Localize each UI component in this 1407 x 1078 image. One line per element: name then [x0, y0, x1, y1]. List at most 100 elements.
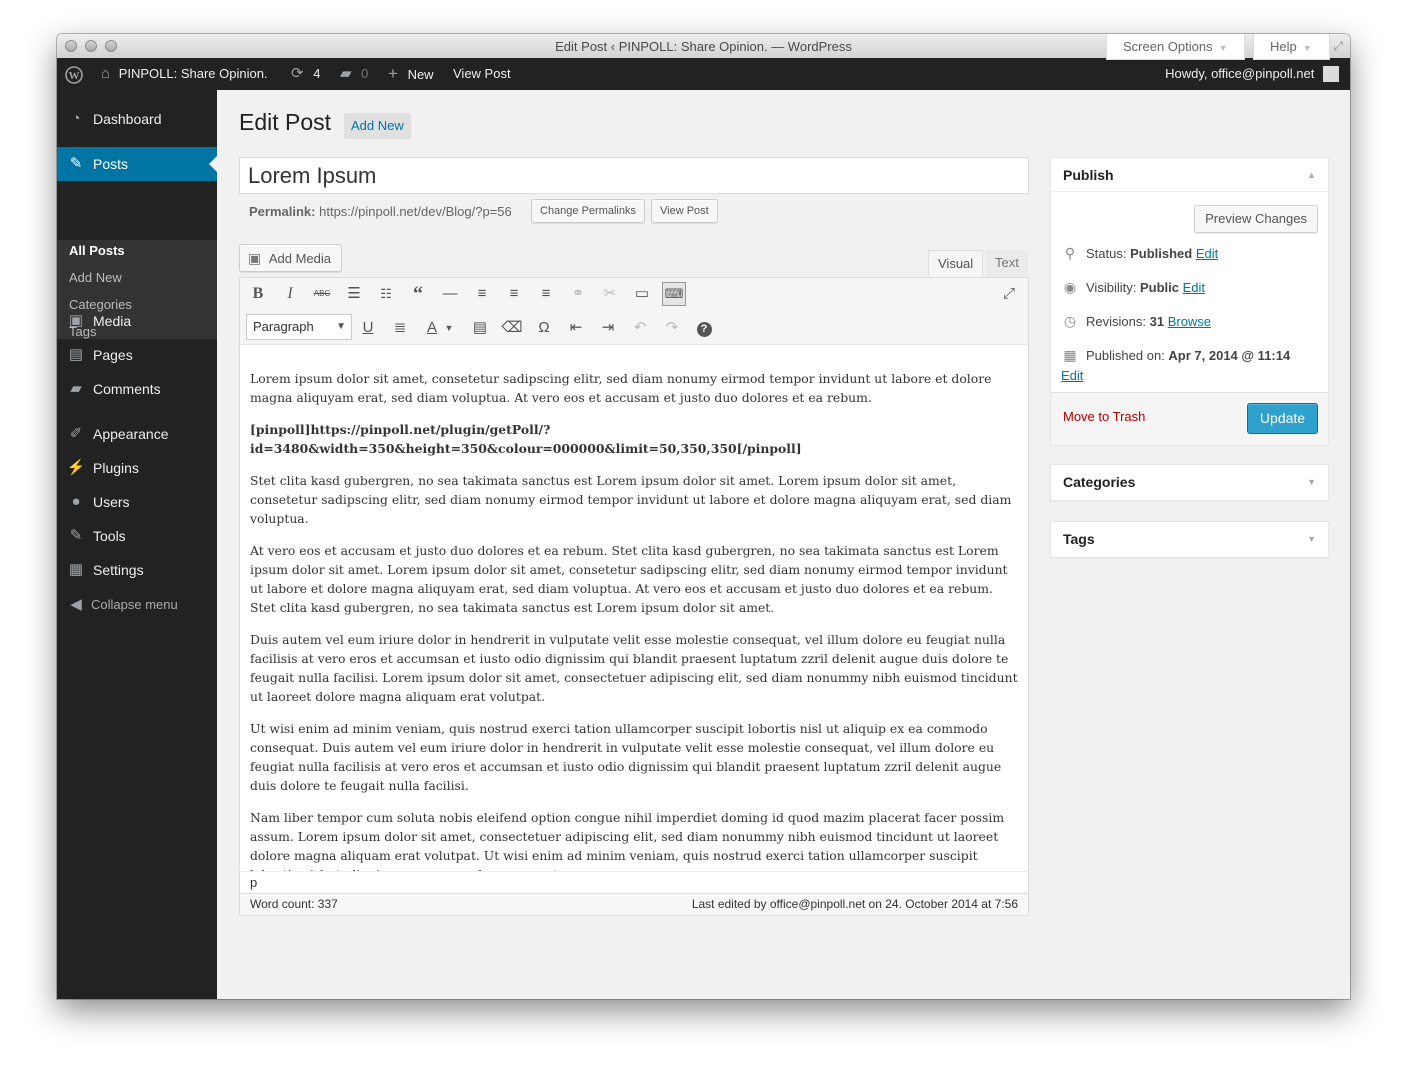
menu-pages[interactable]: ▤ Pages: [57, 338, 217, 372]
special-character-icon[interactable]: Ω: [532, 316, 556, 340]
categories-box-header[interactable]: Categories ▼: [1051, 465, 1328, 499]
add-new-post-button[interactable]: Add New: [344, 113, 411, 139]
content-paragraph: Lorem ipsum dolor sit amet, consetetur s…: [250, 371, 992, 405]
italic-icon[interactable]: I: [278, 282, 302, 306]
collapse-menu-button[interactable]: ◀ Collapse menu: [57, 588, 217, 622]
permalink-row: Permalink: https://pinpoll.net/dev/Blog/…: [249, 204, 512, 220]
view-post-button[interactable]: View Post: [651, 199, 718, 223]
edit-date-link[interactable]: Edit: [1061, 368, 1083, 383]
paste-as-text-icon[interactable]: ▤: [468, 316, 492, 340]
expand-arrow-icon[interactable]: ▼: [1307, 465, 1316, 499]
fullscreen-icon[interactable]: ⤢: [1333, 39, 1343, 54]
word-count: Word count: 337: [250, 897, 338, 911]
update-button[interactable]: Update: [1247, 403, 1318, 434]
outdent-icon[interactable]: ⇤: [564, 316, 588, 340]
menu-media[interactable]: ▣ Media: [57, 304, 217, 338]
format-select[interactable]: Paragraph ▼: [246, 314, 352, 340]
screen-options-button[interactable]: Screen Options ▼: [1106, 34, 1245, 60]
tab-visual[interactable]: Visual: [928, 250, 984, 277]
read-more-icon[interactable]: ▭: [630, 282, 654, 306]
add-media-button[interactable]: ▣ Add Media: [239, 244, 343, 272]
my-account-menu[interactable]: Howdy, office@pinpoll.net: [1165, 58, 1339, 90]
expand-arrow-icon[interactable]: ▼: [1307, 522, 1316, 556]
post-content-editor[interactable]: Lorem ipsum dolor sit amet, consetetur s…: [239, 345, 1029, 882]
menu-settings[interactable]: ▦ Settings: [57, 553, 217, 587]
paintbrush-icon: ✐: [69, 425, 83, 442]
align-center-icon[interactable]: ≡: [502, 282, 526, 306]
blockquote-icon[interactable]: “: [406, 282, 430, 306]
undo-icon[interactable]: ↶: [628, 316, 652, 340]
avatar: [1323, 65, 1339, 82]
indent-icon[interactable]: ⇥: [596, 316, 620, 340]
text-color-dropdown-icon[interactable]: ▼: [442, 316, 456, 340]
move-to-trash-link[interactable]: Move to Trash: [1063, 409, 1145, 424]
pin-icon: ⚲: [1064, 245, 1076, 261]
updates-icon: ⟳: [291, 65, 304, 82]
new-content-link[interactable]: + New: [388, 58, 434, 90]
eye-icon: ◉: [1063, 279, 1077, 295]
plus-icon: +: [388, 64, 398, 83]
select-arrow-icon: ▼: [336, 321, 346, 332]
remove-link-icon[interactable]: ✂: [598, 282, 622, 306]
menu-dashboard[interactable]: ◔ Dashboard: [57, 102, 217, 136]
clear-formatting-icon[interactable]: ⌫: [500, 316, 524, 340]
underline-icon[interactable]: U: [356, 316, 380, 340]
pages-icon: ▤: [68, 346, 84, 363]
editor-element-path: p: [239, 871, 1029, 894]
strikethrough-icon[interactable]: ABC: [310, 282, 334, 306]
edit-status-link[interactable]: Edit: [1196, 246, 1218, 261]
tags-box-header[interactable]: Tags ▼: [1051, 522, 1328, 556]
numbered-list-icon[interactable]: ☷: [374, 282, 398, 306]
revisions-row: ◷ Revisions: 31 Browse: [1061, 311, 1211, 332]
permalink-url[interactable]: https://pinpoll.net/dev/Blog/?p=56: [319, 204, 512, 219]
edit-visibility-link[interactable]: Edit: [1183, 280, 1205, 295]
collapse-arrow-icon: ◀: [70, 596, 82, 613]
menu-appearance[interactable]: ✐ Appearance: [57, 417, 217, 451]
comments-icon: ▰: [70, 380, 82, 397]
distraction-free-icon[interactable]: ⤢: [997, 282, 1021, 306]
content-paragraph: Duis autem vel eum iriure dolor in hendr…: [250, 632, 1018, 704]
site-name-link[interactable]: ⌂ PINPOLL: Share Opinion.: [101, 58, 268, 90]
wordpress-logo-icon[interactable]: W: [65, 58, 83, 90]
submenu-all-posts[interactable]: All Posts: [69, 241, 125, 261]
menu-users[interactable]: ● Users: [57, 485, 217, 519]
page-title: Edit Post: [239, 109, 332, 135]
comment-bubble-icon: ▰: [340, 65, 352, 82]
preview-changes-button[interactable]: Preview Changes: [1194, 205, 1318, 233]
browse-revisions-link[interactable]: Browse: [1168, 314, 1211, 329]
horizontal-line-icon[interactable]: —: [438, 282, 462, 306]
post-title-input[interactable]: Lorem Ipsum: [239, 157, 1029, 194]
pinpoll-shortcode: [pinpoll]https://pinpoll.net/plugin/getP…: [250, 422, 802, 456]
help-icon[interactable]: ?: [692, 316, 716, 340]
admin-sidebar: ◔ Dashboard ✎ Posts All Posts Add New Ca…: [57, 90, 217, 999]
align-right-icon[interactable]: ≡: [534, 282, 558, 306]
submenu-add-new[interactable]: Add New: [69, 268, 122, 288]
menu-posts[interactable]: ✎ Posts: [57, 147, 217, 181]
caret-down-icon: ▼: [1218, 43, 1228, 53]
admin-bar: W ⌂ PINPOLL: Share Opinion. ⟳ 4 ▰ 0 + Ne…: [57, 58, 1350, 90]
published-on-row: ▦ Published on: Apr 7, 2014 @ 11:14 Edit: [1061, 347, 1291, 383]
comments-link[interactable]: ▰ 0: [340, 58, 368, 90]
toolbar-toggle-icon[interactable]: ⌨: [662, 282, 686, 306]
tab-text[interactable]: Text: [986, 250, 1028, 277]
align-justify-icon[interactable]: ≣: [388, 316, 412, 340]
last-edited: Last edited by office@pinpoll.net on 24.…: [691, 897, 1018, 911]
content-paragraph: Stet clita kasd gubergren, no sea takima…: [250, 473, 1012, 526]
permalink-label: Permalink:: [249, 204, 316, 219]
redo-icon[interactable]: ↷: [660, 316, 684, 340]
insert-link-icon[interactable]: ⚭: [566, 282, 590, 306]
align-left-icon[interactable]: ≡: [470, 282, 494, 306]
change-permalinks-button[interactable]: Change Permalinks: [531, 199, 645, 223]
help-button[interactable]: Help ▼: [1253, 34, 1330, 60]
publish-box-header[interactable]: Publish ▲: [1051, 158, 1328, 192]
updates-link[interactable]: ⟳ 4: [291, 58, 320, 90]
bulleted-list-icon[interactable]: ☰: [342, 282, 366, 306]
menu-plugins[interactable]: ⚡ Plugins: [57, 451, 217, 485]
bold-icon[interactable]: B: [246, 282, 270, 306]
menu-tools[interactable]: ✎ Tools: [57, 519, 217, 553]
publish-actions: Move to Trash Update: [1051, 392, 1328, 445]
menu-comments[interactable]: ▰ Comments: [57, 372, 217, 406]
text-color-icon[interactable]: A: [420, 316, 444, 340]
collapse-arrow-icon[interactable]: ▲: [1307, 158, 1316, 192]
view-post-link[interactable]: View Post: [453, 58, 511, 90]
